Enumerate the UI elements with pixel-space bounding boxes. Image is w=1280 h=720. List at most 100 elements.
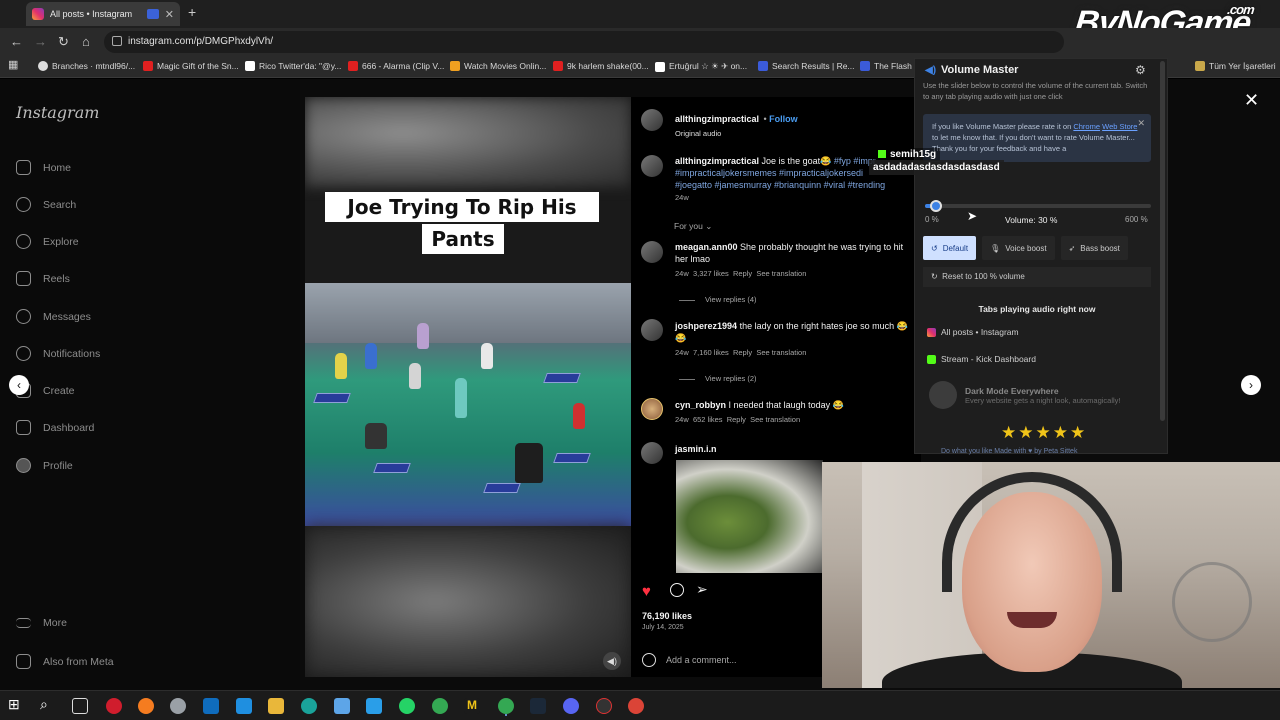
avatar[interactable] (641, 398, 663, 420)
audio-label[interactable]: Original audio (675, 129, 798, 138)
like-count[interactable]: 76,190 likes (642, 611, 692, 621)
comment-image[interactable] (676, 460, 823, 573)
nav-reels[interactable]: Reels (16, 271, 70, 286)
share-icon[interactable]: ➢ (696, 581, 708, 598)
bookmark-item[interactable]: Search Results | Re... (758, 61, 855, 71)
view-replies-button[interactable]: View replies (2) (679, 374, 757, 383)
playing-tab-kick[interactable]: Stream - Kick Dashboard (927, 354, 1036, 364)
popup-scrollbar[interactable] (1160, 61, 1165, 421)
chrome-profile-icon[interactable] (628, 698, 644, 714)
file-explorer-icon[interactable] (268, 698, 284, 714)
nav-search[interactable]: Search (16, 197, 76, 212)
add-comment-field[interactable]: Add a comment... (642, 648, 822, 672)
windows-start-icon[interactable]: ⊞ (8, 696, 24, 712)
home-icon[interactable]: ⌂ (82, 34, 90, 49)
bookmark-item[interactable]: Watch Movies Onlin... (450, 61, 546, 71)
site-info-icon[interactable] (112, 36, 122, 46)
gear-icon[interactable]: ⚙ (1135, 63, 1146, 77)
next-post-button[interactable]: › (1241, 375, 1261, 395)
nav-messages[interactable]: Messages (16, 309, 91, 324)
see-translation-link[interactable]: See translation (756, 348, 806, 357)
nav-more[interactable]: More (16, 617, 67, 629)
search-icon[interactable]: ⌕ (40, 696, 56, 712)
see-translation-link[interactable]: See translation (756, 269, 806, 278)
reload-icon[interactable]: ↻ (58, 34, 69, 50)
app-m-icon[interactable]: M (464, 698, 480, 714)
follow-button[interactable]: Follow (769, 114, 798, 124)
chrome-icon[interactable] (498, 698, 514, 714)
bookmark-item[interactable]: Rico Twitter'da: "@y... (245, 61, 341, 71)
audio-playing-icon[interactable] (146, 9, 159, 19)
comment-icon[interactable] (670, 583, 684, 597)
mail-icon[interactable] (236, 698, 252, 714)
nav-home[interactable]: Home (16, 160, 71, 175)
whatsapp-icon[interactable] (399, 698, 415, 714)
nav-dashboard[interactable]: Dashboard (16, 420, 94, 435)
reply-button[interactable]: Reply (733, 348, 752, 357)
bookmark-item[interactable]: Ertuğrul ☆ ☀ ✈ on... (655, 61, 747, 72)
store-icon[interactable] (203, 698, 219, 714)
comment-username[interactable]: jasmin.i.n (675, 444, 717, 454)
chrome-web-store-link[interactable]: Chrome (1073, 122, 1100, 131)
like-heart-icon[interactable]: ♥ (642, 583, 651, 600)
volume-master-description: Use the slider below to control the volu… (923, 81, 1148, 101)
app-icon[interactable] (334, 698, 350, 714)
reset-volume-button[interactable]: ↻ Reset to 100 % volume (923, 267, 1151, 287)
close-banner-icon[interactable]: ✕ (1137, 118, 1145, 129)
mute-toggle-icon[interactable]: ◀) (603, 652, 621, 670)
avatar[interactable] (641, 155, 663, 177)
nav-profile[interactable]: Profile (16, 458, 73, 473)
playing-tab-instagram[interactable]: All posts • Instagram (927, 327, 1019, 337)
see-translation-link[interactable]: See translation (750, 415, 800, 424)
avatar[interactable] (641, 241, 663, 263)
bookmark-item[interactable]: Magic Gift of the Sn... (143, 61, 239, 71)
post-video[interactable]: Joe Trying To Rip His Pants ◀) (305, 97, 631, 677)
dark-mode-promo[interactable]: Dark Mode Everywhere Every website gets … (929, 381, 1121, 409)
for-you-dropdown[interactable]: For you ⌄ (674, 221, 712, 232)
chrome-icon[interactable] (432, 698, 448, 714)
steam-icon[interactable] (530, 698, 546, 714)
avatar[interactable] (641, 442, 663, 464)
reply-button[interactable]: Reply (733, 269, 752, 278)
back-icon[interactable]: ← (10, 34, 23, 49)
task-view-icon[interactable] (72, 698, 88, 714)
nav-explore[interactable]: Explore (16, 234, 79, 249)
close-tab-icon[interactable]: ✕ (165, 8, 174, 21)
apps-grid-icon[interactable]: ▦ (8, 58, 18, 71)
avatar[interactable] (641, 319, 663, 341)
rating-stars[interactable]: ★★★★★ (1001, 423, 1087, 443)
volume-slider[interactable] (925, 200, 1151, 212)
reply-button[interactable]: Reply (727, 415, 746, 424)
bookmark-item[interactable]: 666 - Alarma (Clip V... (348, 61, 444, 71)
browser-tab-instagram[interactable]: All posts • Instagram ✕ (26, 2, 180, 26)
new-tab-icon[interactable]: + (188, 4, 196, 20)
volume-slider-handle[interactable] (930, 200, 942, 212)
voice-boost-button[interactable]: 🎙 Voice boost (982, 236, 1055, 260)
close-icon[interactable]: ✕ (1244, 90, 1259, 111)
author-username[interactable]: allthingzimpractical (675, 114, 759, 124)
emoji-icon[interactable] (642, 653, 656, 667)
bass-boost-button[interactable]: ➶ Bass boost (1060, 236, 1128, 260)
discord-icon[interactable] (563, 698, 579, 714)
nav-notifications[interactable]: Notifications (16, 346, 100, 361)
instagram-logo[interactable]: Instagram (16, 103, 99, 122)
previous-post-button[interactable]: ‹ (9, 375, 29, 395)
app-icon[interactable] (366, 698, 382, 714)
obs-icon[interactable] (596, 698, 612, 714)
bookmark-item[interactable]: 9k harlem shake(00... (553, 61, 649, 71)
address-bar[interactable]: instagram.com/p/DMGPhxdylVh/ (104, 31, 1064, 53)
volume-value-label: Volume: 30 % (1005, 215, 1058, 225)
edge-icon[interactable] (301, 698, 317, 714)
avatar[interactable] (641, 109, 663, 131)
view-replies-button[interactable]: View replies (4) (679, 295, 757, 304)
app-icon[interactable] (170, 698, 186, 714)
bookmark-item[interactable]: Branches · mtndl96/... (38, 61, 135, 71)
default-mode-button[interactable]: ↺ Default (923, 236, 977, 260)
heart-icon (16, 346, 31, 361)
forward-icon[interactable]: → (34, 34, 47, 49)
firefox-icon[interactable] (138, 698, 154, 714)
nav-also-from-meta[interactable]: Also from Meta (16, 654, 114, 669)
post-date: July 14, 2025 (642, 624, 684, 631)
all-bookmarks[interactable]: Tüm Yer İşaretleri (1195, 61, 1276, 71)
opera-icon[interactable] (106, 698, 122, 714)
